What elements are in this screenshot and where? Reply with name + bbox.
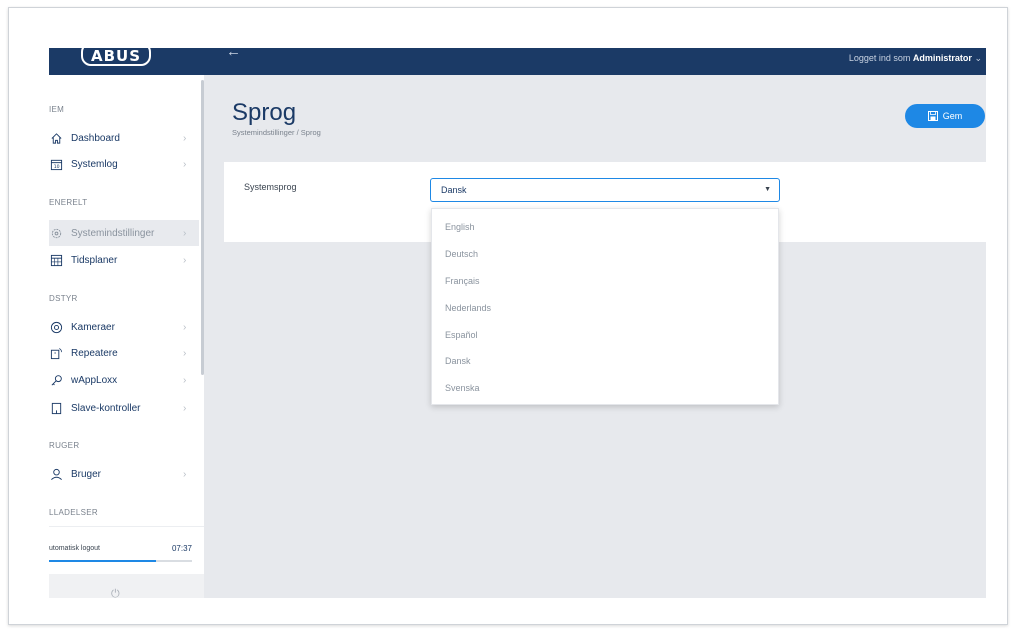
auto-logout-progress — [49, 560, 192, 562]
power-icon[interactable]: ⏻ — [111, 588, 123, 598]
auto-logout-time: 07:37 — [171, 544, 192, 553]
chevron-down-icon: ⌄ — [974, 53, 982, 63]
chevron-right-icon: › — [183, 402, 187, 414]
chevron-right-icon: › — [183, 374, 187, 386]
sidebar-item-slave-kontroller[interactable]: Slave-kontroller › — [49, 395, 199, 421]
sidebar-item-bruger[interactable]: Bruger › — [49, 461, 199, 487]
save-label: Gem — [942, 111, 963, 121]
user-menu[interactable]: Logget ind som Administrator ⌄ — [849, 53, 982, 64]
sidebar-item-label: Slave-kontroller — [71, 402, 141, 414]
system-language-label: Systemsprog — [244, 182, 297, 192]
camera-icon — [49, 320, 63, 334]
user-name: Administrator — [912, 53, 972, 63]
sidebar-item-dashboard[interactable]: Dashboard › — [49, 125, 199, 151]
section-label-general: ENERELT — [49, 198, 88, 207]
sidebar-item-tidsplaner[interactable]: Tidsplaner › — [49, 247, 199, 273]
selected-language: Dansk — [441, 185, 467, 195]
gear-icon — [49, 226, 63, 240]
language-option[interactable]: Nederlands — [432, 294, 778, 321]
sidebar-item-label: Dashboard — [71, 132, 120, 144]
abus-logo[interactable]: ABUS — [81, 48, 151, 66]
save-button[interactable]: Gem — [905, 104, 985, 128]
sidebar-item-systemlog[interactable]: 10 Systemlog › — [49, 151, 199, 177]
key-icon — [49, 373, 63, 387]
auto-logout-label: utomatisk logout — [49, 545, 100, 552]
section-label-users: RUGER — [49, 441, 80, 450]
auto-logout-box: utomatisk logout 07:37 — [49, 526, 204, 574]
chevron-right-icon: › — [183, 347, 187, 359]
sidebar-item-wapploxx[interactable]: wAppLoxx › — [49, 367, 199, 393]
sidebar-footer: ⏻ — [49, 574, 204, 598]
chevron-right-icon: › — [183, 132, 187, 144]
arrow-left-icon[interactable]: ← — [226, 48, 241, 60]
home-icon — [49, 131, 63, 145]
language-option[interactable]: Español — [432, 321, 778, 348]
user-prefix: Logget ind som — [848, 53, 913, 63]
sidebar-item-label: Kameraer — [71, 321, 115, 333]
slave-controller-icon — [49, 401, 63, 415]
language-option[interactable]: Svenska — [432, 375, 778, 402]
sidebar-item-label: Systemindstillinger — [71, 227, 155, 239]
language-option[interactable]: Français — [432, 268, 778, 295]
language-option[interactable]: Deutsch — [432, 241, 778, 268]
top-bar: ← Logget ind som Administrator ⌄ — [204, 48, 986, 75]
sidebar-item-label: Tidsplaner — [71, 254, 118, 266]
language-option[interactable]: Dansk — [432, 348, 778, 375]
chevron-right-icon: › — [183, 254, 187, 266]
caret-down-icon: ▼ — [764, 186, 771, 193]
section-label-devices: DSTYR — [49, 294, 78, 303]
auto-logout-progress-fill — [49, 560, 157, 562]
section-label-permissions: LLADELSER — [49, 508, 98, 517]
schedule-icon — [49, 253, 63, 267]
page-title: Sprog — [232, 99, 297, 126]
sidebar-item-systemindstillinger[interactable]: Systemindstillinger › — [49, 220, 199, 246]
chevron-right-icon: › — [183, 321, 187, 333]
repeater-icon — [49, 346, 63, 360]
language-dropdown: English Deutsch Français Nederlands Español D… — [431, 208, 779, 405]
section-label-system: IEM — [49, 105, 65, 114]
sidebar-item-label: wAppLoxx — [71, 374, 118, 386]
calendar-icon: 10 — [49, 157, 63, 171]
chevron-right-icon: › — [183, 158, 187, 170]
chevron-right-icon: › — [183, 227, 187, 239]
sidebar-item-label: Bruger — [71, 468, 102, 480]
sidebar-item-label: Repeatere — [71, 347, 118, 359]
sidebar-item-kameraer[interactable]: Kameraer › — [49, 314, 199, 340]
user-icon — [49, 467, 63, 481]
logo-area: ABUS — [49, 48, 204, 75]
system-language-select[interactable]: Dansk ▼ — [430, 178, 780, 202]
sidebar-item-label: Systemlog — [71, 158, 118, 170]
app-window: ABUS IEM Dashboard › 10 Systemlog › ENER… — [49, 48, 986, 598]
screenshot-frame: ABUS IEM Dashboard › 10 Systemlog › ENER… — [8, 7, 1008, 625]
breadcrumb[interactable]: Systemindstillinger / Sprog — [232, 128, 321, 137]
language-option[interactable]: English — [432, 214, 778, 241]
svg-text:10: 10 — [53, 164, 59, 170]
sidebar: ABUS IEM Dashboard › 10 Systemlog › ENER… — [49, 48, 204, 598]
floppy-disk-icon — [927, 111, 938, 121]
sidebar-scrollbar[interactable] — [201, 80, 204, 375]
chevron-right-icon: › — [183, 468, 187, 480]
sidebar-item-repeatere[interactable]: Repeatere › — [49, 340, 199, 366]
